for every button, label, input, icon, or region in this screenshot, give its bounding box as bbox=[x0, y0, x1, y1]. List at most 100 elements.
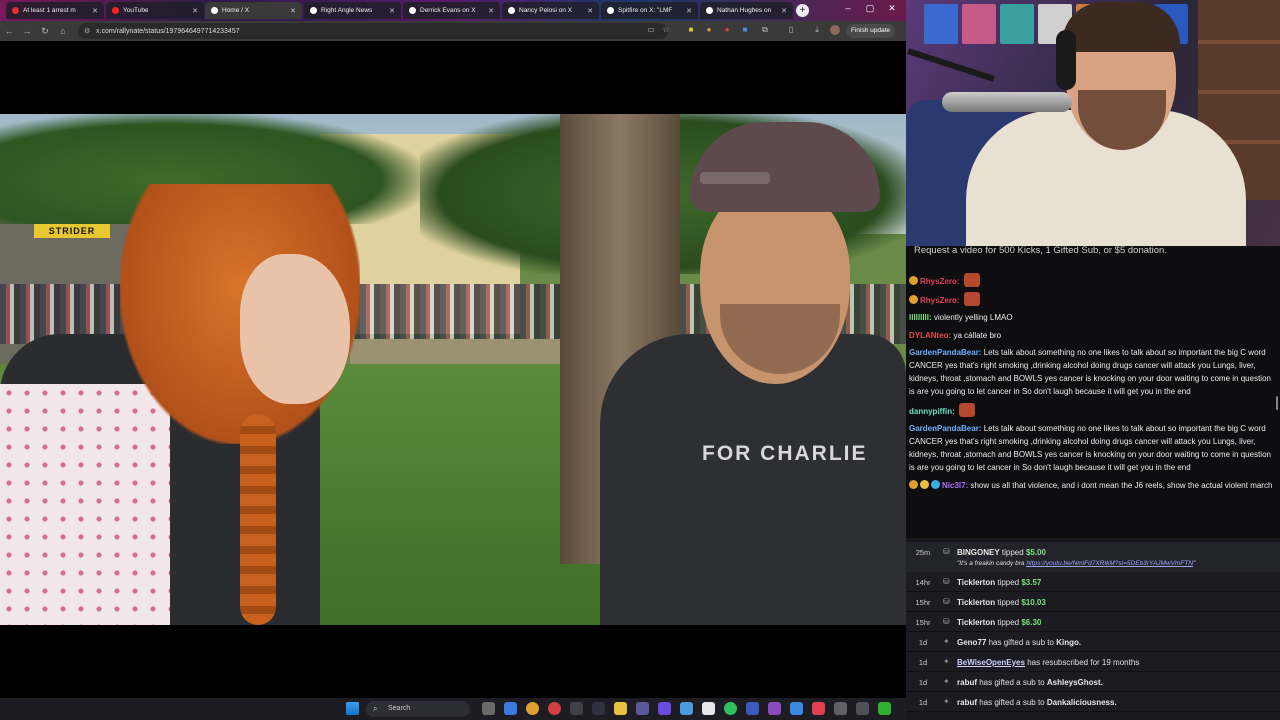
window-close-button[interactable]: ✕ bbox=[882, 3, 902, 14]
chat-username[interactable]: GardenPandaBear: bbox=[909, 348, 981, 357]
file-explorer-icon[interactable] bbox=[614, 702, 627, 715]
finish-update-button[interactable]: Finish update bbox=[846, 24, 896, 38]
extension-icon[interactable]: ● bbox=[704, 25, 714, 35]
chat-text: ya cállate bro bbox=[953, 330, 1002, 340]
app-icon[interactable] bbox=[768, 702, 781, 715]
forward-icon[interactable]: → bbox=[18, 26, 36, 36]
windows-taskbar: ⌕ Search bbox=[0, 698, 906, 720]
new-tab-button[interactable]: + bbox=[796, 4, 809, 17]
tab-5[interactable]: Nancy Pelosi on X ✕ bbox=[502, 2, 599, 19]
close-icon[interactable]: ✕ bbox=[778, 7, 787, 15]
close-icon[interactable]: ✕ bbox=[287, 7, 296, 15]
sidebar-icon[interactable]: ▯ bbox=[786, 25, 796, 35]
x-icon bbox=[409, 7, 416, 14]
chat-message: RhysZero: bbox=[909, 292, 1275, 307]
reload-icon[interactable]: ↻ bbox=[36, 26, 54, 37]
tab-3[interactable]: Right Angle News ✕ bbox=[304, 2, 401, 19]
emote-icon bbox=[963, 292, 980, 307]
tip-icon: ⛁ bbox=[943, 597, 950, 606]
spotify-icon[interactable] bbox=[724, 702, 737, 715]
x-icon bbox=[706, 7, 713, 14]
event-row: 1d ✦ Geno77 has gifted a sub to Kingo. bbox=[906, 632, 1280, 652]
chat-username[interactable]: lllllllll: bbox=[909, 313, 932, 322]
app-icon[interactable] bbox=[790, 702, 803, 715]
bookmark-star-icon[interactable]: ☆ bbox=[661, 25, 671, 35]
cast-icon[interactable]: ▭ bbox=[646, 25, 656, 35]
start-icon[interactable] bbox=[346, 702, 359, 715]
event-text: Ticklerton tipped $10.03 bbox=[957, 598, 1046, 607]
extension-icon[interactable]: ■ bbox=[740, 25, 750, 35]
app-icon[interactable] bbox=[812, 702, 825, 715]
kick-icon: ✦ bbox=[943, 677, 950, 686]
downloads-icon[interactable]: ⤓ bbox=[812, 25, 822, 35]
chrome-icon[interactable] bbox=[526, 702, 539, 715]
event-username: Geno77 bbox=[957, 638, 987, 647]
task-view-icon[interactable] bbox=[482, 702, 495, 715]
event-amount: $3.57 bbox=[1021, 578, 1042, 587]
app-icon[interactable] bbox=[856, 702, 869, 715]
chat-username[interactable]: Nic3l7: bbox=[942, 481, 968, 490]
event-row: 15hr ⛁ Ticklerton tipped $6.30 bbox=[906, 612, 1280, 632]
wall-poster bbox=[962, 4, 996, 44]
chat-username[interactable]: RhysZero: bbox=[920, 277, 960, 286]
app-icon[interactable] bbox=[878, 702, 891, 715]
app-icon[interactable] bbox=[680, 702, 693, 715]
app-icon[interactable] bbox=[834, 702, 847, 715]
event-time: 15hr bbox=[915, 598, 931, 607]
event-action: tipped bbox=[997, 598, 1020, 607]
chat-username[interactable]: RhysZero: bbox=[920, 296, 960, 305]
tab-7[interactable]: Nathan Hughes on ✕ bbox=[700, 2, 793, 19]
back-icon[interactable]: ← bbox=[0, 26, 18, 36]
close-icon[interactable]: ✕ bbox=[386, 7, 395, 15]
app-icon[interactable] bbox=[746, 702, 759, 715]
emote-icon bbox=[963, 273, 980, 287]
minimize-button[interactable]: – bbox=[838, 3, 858, 13]
extensions-puzzle-icon[interactable]: ⧉ bbox=[760, 25, 770, 35]
extension-icon[interactable]: ■ bbox=[686, 25, 696, 35]
tab-4[interactable]: Derrick Evans on X ✕ bbox=[403, 2, 500, 19]
event-amount: $5.00 bbox=[1025, 548, 1046, 557]
close-icon[interactable]: ✕ bbox=[485, 7, 494, 15]
event-username: rabuf bbox=[957, 698, 977, 707]
shelf-row bbox=[1198, 90, 1280, 94]
app-icon[interactable] bbox=[548, 702, 561, 715]
search-icon: ⌕ bbox=[373, 704, 378, 713]
tab-6[interactable]: Spitfire on X: "LMF ✕ bbox=[601, 2, 698, 19]
event-text: BeWiseOpenEyes has resubscribed for 19 m… bbox=[957, 658, 1139, 667]
chat-message: lllllllll: violently yelling LMAO bbox=[909, 311, 1275, 324]
taskbar-search[interactable]: ⌕ Search bbox=[366, 701, 470, 717]
event-row: 14hr ⛁ Ticklerton tipped $3.57 bbox=[906, 572, 1280, 592]
chat-username[interactable]: GardenPandaBear: bbox=[909, 424, 981, 433]
site-info-icon[interactable]: ⚙ bbox=[84, 27, 90, 35]
kick-icon: ✦ bbox=[943, 697, 950, 706]
tab-1[interactable]: YouTube ✕ bbox=[106, 2, 204, 19]
event-time: 1d bbox=[918, 698, 928, 707]
app-icon[interactable] bbox=[592, 702, 605, 715]
chat-scrollbar[interactable] bbox=[1276, 396, 1278, 410]
tab-label: Spitfire on X: "LMF bbox=[618, 7, 673, 14]
discord-icon[interactable] bbox=[658, 702, 671, 715]
event-username[interactable]: BeWiseOpenEyes bbox=[957, 658, 1025, 667]
close-icon[interactable]: ✕ bbox=[584, 7, 593, 15]
quote-link[interactable]: https://youtu.be/NmlFd7XRtkM?si=5DEb3rYA… bbox=[1026, 560, 1193, 567]
tab-2-active[interactable]: Home / X ✕ bbox=[205, 2, 302, 19]
edge-icon[interactable] bbox=[504, 702, 517, 715]
chat-username[interactable]: DYLANteo: bbox=[909, 331, 951, 340]
video-player[interactable]: STRIDER FOR CHARLIE bbox=[0, 114, 906, 625]
address-bar[interactable]: ⚙ x.com/rallynate/status/197964649771423… bbox=[78, 23, 668, 39]
maximize-button[interactable]: ▢ bbox=[860, 3, 880, 14]
close-icon[interactable]: ✕ bbox=[89, 7, 98, 15]
close-icon[interactable]: ✕ bbox=[189, 7, 198, 15]
close-icon[interactable]: ✕ bbox=[683, 7, 692, 15]
tab-0[interactable]: At least 1 arrest m ✕ bbox=[6, 2, 104, 19]
chat-username[interactable]: dannypiffin: bbox=[909, 407, 955, 416]
profile-avatar[interactable] bbox=[830, 25, 840, 35]
app-icon[interactable] bbox=[636, 702, 649, 715]
app-icon[interactable] bbox=[570, 702, 583, 715]
shirt-text: FOR CHARLIE bbox=[702, 442, 868, 465]
extension-icon[interactable]: ● bbox=[722, 25, 732, 35]
event-row: 1d ✦ BeWiseOpenEyes has resubscribed for… bbox=[906, 652, 1280, 672]
chat-message: DYLANteo: ya cállate bro bbox=[909, 329, 1275, 342]
home-icon[interactable]: ⌂ bbox=[54, 26, 72, 36]
app-icon[interactable] bbox=[702, 702, 715, 715]
